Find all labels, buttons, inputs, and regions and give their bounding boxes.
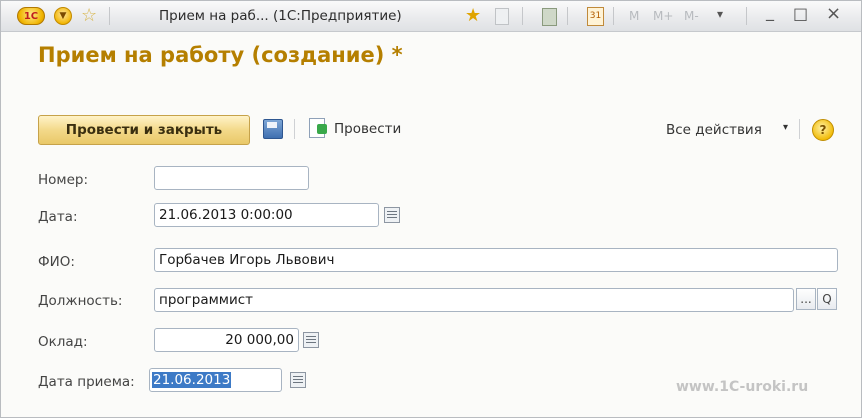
divider	[567, 7, 568, 25]
app-window: 1С ▼ ☆ Прием на раб... (1С:Предприятие) …	[0, 0, 862, 418]
search-icon[interactable]: Q	[817, 288, 837, 310]
divider	[109, 7, 110, 25]
minimize-button[interactable]: _	[766, 2, 774, 21]
divider	[294, 119, 295, 139]
calendar-picker-icon[interactable]	[384, 207, 400, 223]
post-icon[interactable]	[309, 118, 327, 138]
help-button[interactable]: ?	[812, 119, 834, 141]
fio-label: ФИО:	[38, 254, 75, 270]
post-button[interactable]: Провести	[334, 121, 401, 137]
divider	[799, 119, 800, 139]
chevron-down-icon[interactable]: ▾	[717, 7, 723, 21]
position-label: Должность:	[38, 293, 123, 309]
document-icon[interactable]	[495, 8, 509, 25]
memory-minus-button[interactable]: M-	[684, 9, 699, 23]
calculator-icon[interactable]	[303, 332, 319, 348]
chevron-down-icon[interactable]: ▾	[783, 122, 788, 133]
hire-date-label: Дата приема:	[38, 374, 135, 390]
calendar-picker-icon[interactable]	[290, 372, 306, 388]
select-from-list-button[interactable]: ...	[796, 288, 816, 310]
position-field[interactable]: программист	[154, 288, 794, 312]
main-menu-button[interactable]: ▼	[54, 7, 72, 25]
date-label: Дата:	[38, 209, 78, 225]
post-and-close-button[interactable]: Провести и закрыть	[38, 115, 250, 145]
divider	[613, 7, 614, 25]
watermark: www.1C-uroki.ru	[676, 379, 809, 395]
date-field[interactable]: 21.06.2013 0:00:00	[154, 203, 379, 227]
maximize-button[interactable]: □	[793, 4, 808, 23]
salary-field[interactable]: 20 000,00	[154, 328, 299, 352]
selected-text: 21.06.2013	[152, 372, 232, 388]
salary-label: Оклад:	[38, 334, 88, 350]
memory-button[interactable]: M	[629, 9, 639, 23]
page-title: Прием на работу (создание) *	[38, 43, 403, 67]
hire-date-field[interactable]: 21.06.2013	[149, 368, 282, 392]
calendar-icon[interactable]: 31	[587, 7, 604, 26]
1c-logo-icon[interactable]: 1С	[17, 7, 45, 25]
number-field[interactable]	[154, 166, 309, 190]
window-title: Прием на раб... (1С:Предприятие)	[159, 8, 402, 24]
fio-field[interactable]: Горбачев Игорь Львович	[154, 248, 838, 272]
add-to-favorites-icon[interactable]: ★	[465, 5, 481, 26]
number-label: Номер:	[38, 172, 89, 188]
title-bar: 1С ▼ ☆ Прием на раб... (1С:Предприятие) …	[1, 1, 861, 32]
close-button[interactable]: ×	[826, 3, 841, 24]
all-actions-menu[interactable]: Все действия	[666, 122, 762, 138]
memory-plus-button[interactable]: M+	[653, 9, 673, 23]
save-icon[interactable]	[263, 119, 283, 139]
calculator-icon[interactable]	[542, 8, 557, 26]
divider	[746, 7, 747, 25]
post-arrow-icon	[317, 124, 327, 134]
divider	[522, 7, 523, 25]
favorite-star-icon[interactable]: ☆	[81, 5, 97, 26]
